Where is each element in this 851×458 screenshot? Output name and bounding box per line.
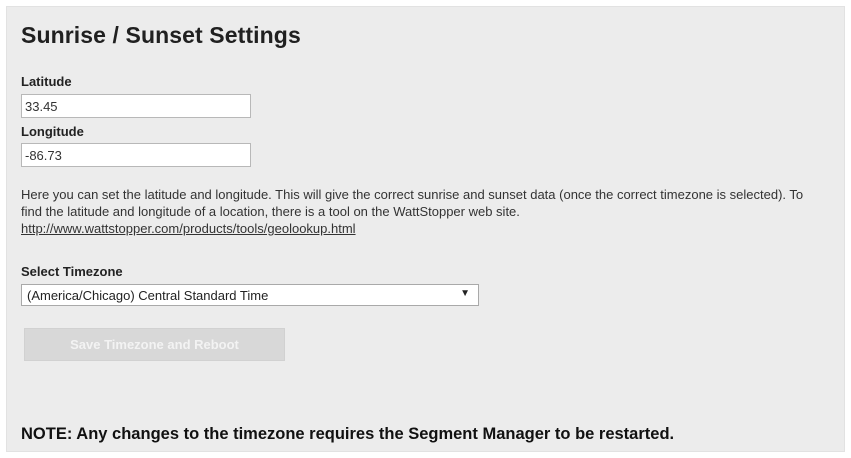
timezone-selected-value: (America/Chicago) Central Standard Time: [27, 288, 269, 303]
help-description: Here you can set the latitude and longit…: [21, 187, 804, 219]
geolookup-link[interactable]: http://www.wattstopper.com/products/tool…: [21, 221, 356, 236]
latitude-label: Latitude: [21, 74, 72, 89]
latitude-input[interactable]: [21, 94, 251, 118]
help-text: Here you can set the latitude and longit…: [21, 186, 821, 237]
save-timezone-reboot-button[interactable]: Save Timezone and Reboot: [24, 328, 285, 361]
settings-panel: Sunrise / Sunset Settings Latitude Longi…: [6, 6, 845, 452]
timezone-select[interactable]: (America/Chicago) Central Standard Time …: [21, 284, 479, 306]
longitude-label: Longitude: [21, 124, 84, 139]
page-title: Sunrise / Sunset Settings: [21, 22, 301, 48]
timezone-label: Select Timezone: [21, 264, 123, 279]
longitude-input[interactable]: [21, 143, 251, 167]
dropdown-arrow-icon[interactable]: ▼: [460, 288, 470, 299]
restart-note: NOTE: Any changes to the timezone requir…: [21, 425, 675, 443]
